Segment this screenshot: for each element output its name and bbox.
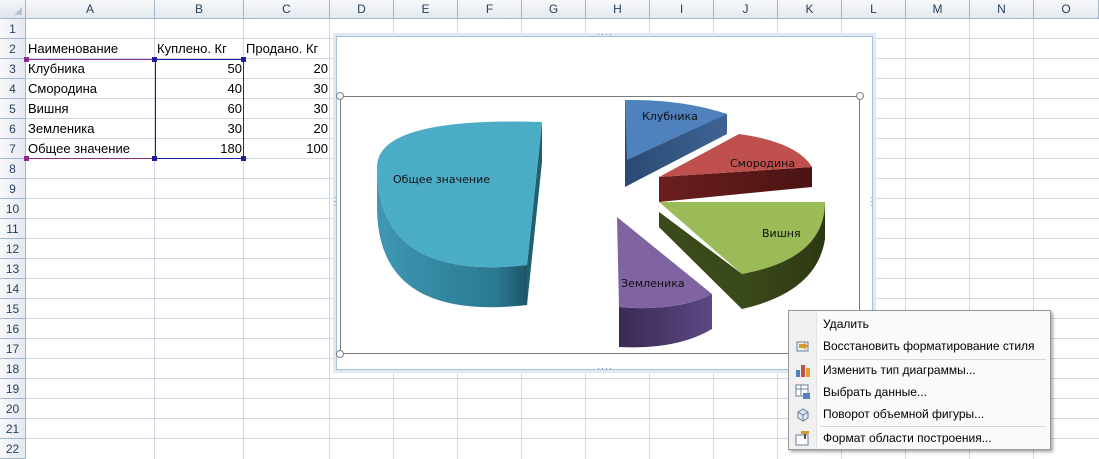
cell-a5[interactable]: Вишня [26, 99, 155, 119]
row-header[interactable]: 16 [0, 319, 26, 339]
column-header-m[interactable]: M [906, 0, 970, 19]
menu-item-label: Изменить тип диаграммы... [823, 363, 976, 377]
row-header[interactable]: 22 [0, 439, 26, 459]
cell-b6[interactable]: 30 [155, 119, 244, 139]
menu-item-format-plot-area[interactable]: Формат области построения... [790, 427, 1049, 449]
column-header-d[interactable]: D [330, 0, 394, 19]
menu-item-label: Выбрать данные... [823, 385, 927, 399]
chart-type-icon [795, 362, 811, 378]
range-handle[interactable] [152, 156, 157, 161]
cell-b5[interactable]: 60 [155, 99, 244, 119]
reset-style-icon [795, 338, 811, 354]
column-header-e[interactable]: E [394, 0, 458, 19]
menu-item-3d-rotation[interactable]: Поворот объемной фигуры... [790, 403, 1049, 425]
row-header[interactable]: 4 [0, 79, 26, 99]
column-header-n[interactable]: N [970, 0, 1034, 19]
column-header-f[interactable]: F [458, 0, 522, 19]
column-header-a[interactable]: A [26, 0, 155, 19]
menu-item-label: Удалить [823, 317, 869, 331]
cell-c7[interactable]: 100 [244, 139, 330, 159]
range-handle[interactable] [152, 57, 157, 62]
row-header[interactable]: 3 [0, 59, 26, 79]
row-header[interactable]: 19 [0, 379, 26, 399]
cell-c6[interactable]: 20 [244, 119, 330, 139]
cell-a7[interactable]: Общее значение [26, 139, 155, 159]
row-header[interactable]: 8 [0, 159, 26, 179]
label-vishnya: Вишня [762, 227, 801, 240]
cell-a3[interactable]: Клубника [26, 59, 155, 79]
menu-item-select-data[interactable]: Выбрать данные... [790, 381, 1049, 403]
cell-b4[interactable]: 40 [155, 79, 244, 99]
slice-total[interactable] [373, 121, 542, 308]
menu-item-reset-style[interactable]: Восстановить форматирование стиля [790, 335, 1049, 357]
column-header-h[interactable]: H [586, 0, 650, 19]
column-header-k[interactable]: K [778, 0, 842, 19]
cell-a4[interactable]: Смородина [26, 79, 155, 99]
cell-c2[interactable]: Продано. Кг [244, 39, 330, 59]
row-header[interactable]: 14 [0, 279, 26, 299]
cell-a6[interactable]: Земленика [26, 119, 155, 139]
row-header[interactable]: 12 [0, 239, 26, 259]
label-klubnika: Клубника [642, 110, 698, 123]
column-header-g[interactable]: G [522, 0, 586, 19]
select-data-icon [795, 384, 811, 400]
menu-item-label: Формат области построения... [823, 431, 992, 445]
cell-a2[interactable]: Наименование [26, 39, 155, 59]
column-header-l[interactable]: L [842, 0, 906, 19]
row-header[interactable]: 21 [0, 419, 26, 439]
menu-item-change-chart-type[interactable]: Изменить тип диаграммы... [790, 359, 1049, 381]
cell-c3[interactable]: 20 [244, 59, 330, 79]
cell-b2[interactable]: Куплено. Кг [155, 39, 244, 59]
select-all-button[interactable] [0, 0, 26, 19]
column-header-c[interactable]: C [244, 0, 330, 19]
context-menu: Удалить Восстановить форматирование стил… [788, 310, 1051, 450]
column-header-b[interactable]: B [155, 0, 244, 19]
row-header[interactable]: 10 [0, 199, 26, 219]
row-header[interactable]: 13 [0, 259, 26, 279]
menu-item-delete[interactable]: Удалить [790, 313, 1049, 335]
menu-item-label: Восстановить форматирование стиля [823, 339, 1035, 353]
row-header[interactable]: 1 [0, 19, 26, 39]
range-handle[interactable] [241, 57, 246, 62]
label-total: Общее значение [393, 173, 490, 186]
column-header-i[interactable]: I [650, 0, 714, 19]
row-header[interactable]: 6 [0, 119, 26, 139]
cell-b7[interactable]: 180 [155, 139, 244, 159]
column-header-o[interactable]: O [1034, 0, 1099, 19]
row-header[interactable]: 18 [0, 359, 26, 379]
range-handle[interactable] [24, 57, 29, 62]
label-zemlenika: Земленика [621, 277, 685, 290]
row-header[interactable]: 11 [0, 219, 26, 239]
cell-b3[interactable]: 50 [155, 59, 244, 79]
row-header[interactable]: 9 [0, 179, 26, 199]
row-header[interactable]: 17 [0, 339, 26, 359]
range-handle[interactable] [241, 156, 246, 161]
menu-item-label: Поворот объемной фигуры... [823, 407, 985, 421]
row-header[interactable]: 20 [0, 399, 26, 419]
3d-rotation-icon [795, 406, 811, 422]
row-header[interactable]: 2 [0, 39, 26, 59]
cell-c5[interactable]: 30 [244, 99, 330, 119]
range-handle[interactable] [24, 156, 29, 161]
column-header-j[interactable]: J [714, 0, 778, 19]
row-header[interactable]: 15 [0, 299, 26, 319]
row-header[interactable]: 5 [0, 99, 26, 119]
cell-c4[interactable]: 30 [244, 79, 330, 99]
format-plot-area-icon [795, 430, 811, 446]
label-smorodina: Смородина [730, 157, 795, 170]
row-header[interactable]: 7 [0, 139, 26, 159]
